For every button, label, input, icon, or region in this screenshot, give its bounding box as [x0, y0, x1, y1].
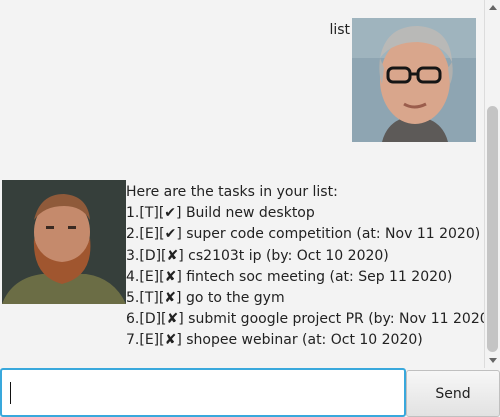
- user-dialog-box: list: [0, 18, 476, 142]
- user-message-text: list: [329, 22, 350, 38]
- task-item: 1.[T][✔] Build new desktop: [126, 205, 315, 222]
- bot-dialog-box: Here are the tasks in your list: 1.[T][✔…: [0, 180, 484, 352]
- user-input-field[interactable]: [2, 370, 404, 415]
- user-avatar-image: [352, 18, 476, 142]
- task-item: 4.[E][✘] fintech soc meeting (at: Sep 11…: [126, 268, 453, 285]
- vertical-scrollbar[interactable]: [484, 0, 500, 368]
- scroll-up-arrow-icon[interactable]: [489, 5, 497, 10]
- task-item: 7.[E][✘] shopee webinar (at: Oct 10 2020…: [126, 332, 423, 349]
- send-button[interactable]: Send: [406, 370, 500, 417]
- bot-message-text: Here are the tasks in your list: 1.[T][✔…: [126, 182, 484, 352]
- user-input-container: [0, 368, 406, 417]
- task-item: 3.[D][✘] cs2103t ip (by: Oct 10 2020): [126, 247, 389, 264]
- scroll-thumb[interactable]: [487, 106, 498, 352]
- user-avatar: [352, 18, 476, 142]
- task-item: 6.[D][✘] submit google project PR (by: N…: [126, 311, 484, 328]
- task-item: 2.[E][✔] super code competition (at: Nov…: [126, 226, 481, 243]
- text-caret: [10, 382, 11, 404]
- dialog-container: list Here are the tasks in your list: 1.…: [0, 0, 484, 368]
- bot-avatar-image: [2, 180, 126, 304]
- bot-avatar: [2, 180, 126, 304]
- task-item: 5.[T][✘] go to the gym: [126, 290, 285, 307]
- scroll-down-arrow-icon[interactable]: [489, 358, 497, 363]
- bot-message-line: Here are the tasks in your list:: [126, 184, 338, 200]
